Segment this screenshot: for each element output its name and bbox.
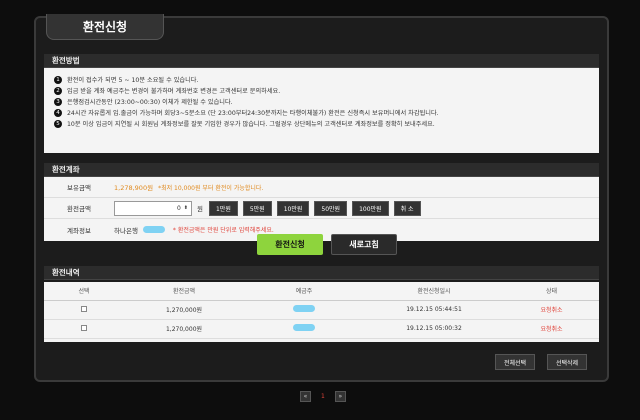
col-status: 상태 bbox=[504, 282, 599, 301]
balance-value: 1,278,900원 bbox=[114, 184, 154, 192]
col-amount: 환전금액 bbox=[124, 282, 244, 301]
next-page-button[interactable]: » bbox=[334, 391, 346, 402]
method-text: 은행점검시간동안 (23:00~00:30) 이체가 제한될 수 있습니다. bbox=[67, 99, 233, 106]
method-text: 24시간 자유롭게 입.출금이 가능하며 회당3~5분소요 (단 23:00부터… bbox=[67, 110, 439, 117]
pagination: « 1 » bbox=[300, 391, 346, 402]
method-text: 환전이 접수가 되면 5 ~ 10분 소요될 수 있습니다. bbox=[67, 77, 199, 84]
row-status-cell: 요청취소 bbox=[504, 319, 599, 339]
redacted-holder bbox=[293, 324, 315, 331]
apply-button[interactable]: 환전신청 bbox=[257, 234, 323, 255]
row-checkbox[interactable] bbox=[81, 305, 87, 312]
quick-10k-button[interactable]: 1만원 bbox=[208, 200, 238, 216]
row-status[interactable]: 요청취소 bbox=[540, 307, 562, 314]
delete-selected-button[interactable]: 선택삭제 bbox=[547, 354, 588, 370]
row-holder bbox=[244, 300, 364, 320]
row-checkbox-cell bbox=[44, 319, 124, 339]
amount-input[interactable]: 0 ⬍ bbox=[114, 200, 192, 216]
table-row: 1,270,000원 19.12.15 05:00:32 요청취소 bbox=[44, 319, 599, 339]
row-checkbox[interactable] bbox=[81, 324, 87, 331]
row-datetime: 19.12.15 05:00:32 bbox=[364, 319, 504, 339]
quick-500k-button[interactable]: 50만원 bbox=[314, 200, 348, 216]
method-item: 3 은행점검시간동안 (23:00~00:30) 이체가 제한될 수 있습니다. bbox=[54, 96, 589, 107]
quick-50k-button[interactable]: 5만원 bbox=[242, 200, 272, 216]
balance-label: 보유금액 bbox=[67, 184, 91, 192]
account-box: 보유금액 1,278,900원 *최저 10,000원 부터 환전이 가능합니다… bbox=[44, 177, 599, 241]
redacted-holder bbox=[293, 305, 315, 312]
table-header-row: 선택 환전금액 예금주 환전신청일시 상태 bbox=[44, 282, 599, 301]
method-item: 1 환전이 접수가 되면 5 ~ 10분 소요될 수 있습니다. bbox=[54, 74, 589, 85]
col-select: 선택 bbox=[44, 282, 124, 301]
balance-row: 보유금액 1,278,900원 *최저 10,000원 부터 환전이 가능합니다… bbox=[44, 177, 599, 198]
history-table: 선택 환전금액 예금주 환전신청일시 상태 1,270,000원 19.12.1… bbox=[44, 282, 599, 339]
page-title: 환전신청 bbox=[46, 14, 164, 40]
refresh-button[interactable]: 새로고침 bbox=[331, 234, 397, 255]
row-holder bbox=[244, 319, 364, 339]
col-holder: 예금주 bbox=[244, 282, 364, 301]
amount-unit: 원 bbox=[197, 205, 203, 213]
exchange-panel: 환전신청 환전방법 1 환전이 접수가 되면 5 ~ 10분 소요될 수 있습니다… bbox=[34, 14, 609, 382]
account-header: 환전계좌 bbox=[44, 163, 599, 177]
amount-input-value: 0 bbox=[176, 204, 181, 212]
select-all-button[interactable]: 전체선택 bbox=[495, 354, 536, 370]
account-info-label: 계좌정보 bbox=[67, 226, 91, 235]
method-text: 10분 이상 입금이 지연될 시 회원님 계좌정보를 잘못 기입한 경우가 많습… bbox=[67, 121, 435, 128]
quick-1m-button[interactable]: 100만원 bbox=[352, 200, 389, 216]
row-status-cell: 요청취소 bbox=[504, 300, 599, 320]
row-amount: 1,270,000원 bbox=[124, 300, 244, 320]
history-box: 선택 환전금액 예금주 환전신청일시 상태 1,270,000원 19.12.1… bbox=[44, 282, 599, 342]
unit-note: * 환전금액은 만원 단위로 입력해주세요. bbox=[172, 227, 274, 234]
method-box: 1 환전이 접수가 되면 5 ~ 10분 소요될 수 있습니다. 2 입금 받을 계… bbox=[44, 68, 599, 153]
quick-100k-button[interactable]: 10만원 bbox=[276, 200, 310, 216]
prev-page-button[interactable]: « bbox=[300, 391, 311, 402]
bank-name: 하나은행 bbox=[114, 226, 138, 235]
row-datetime: 19.12.15 05:44:51 bbox=[364, 300, 504, 320]
method-item: 4 24시간 자유롭게 입.출금이 가능하며 회당3~5분소요 (단 23:00부… bbox=[54, 107, 589, 118]
method-item: 2 입금 받을 계좌 예금주는 변경이 불가하며 계좌번호 변경은 고객센터로 문… bbox=[54, 85, 589, 96]
row-amount: 1,270,000원 bbox=[124, 319, 244, 339]
min-amount-note: *최저 10,000원 부터 환전이 가능합니다. bbox=[158, 184, 264, 192]
row-checkbox-cell bbox=[44, 300, 124, 320]
current-page[interactable]: 1 bbox=[321, 393, 325, 400]
row-status[interactable]: 요청취소 bbox=[540, 326, 562, 333]
amount-row: 환전금액 0 ⬍ 원 1만원 5만원 10만원 50만원 100만원 취 소 bbox=[44, 198, 599, 219]
redacted-account bbox=[142, 226, 165, 233]
amount-label: 환전금액 bbox=[67, 205, 91, 213]
col-datetime: 환전신청일시 bbox=[364, 282, 504, 301]
method-text: 입금 받을 계좌 예금주는 변경이 불가하며 계좌번호 변경은 고객센터로 문의… bbox=[67, 88, 281, 95]
history-header: 환전내역 bbox=[44, 266, 599, 280]
method-header: 환전방법 bbox=[44, 54, 599, 68]
quick-cancel-button[interactable]: 취 소 bbox=[393, 200, 421, 216]
spinner-icon[interactable]: ⬍ bbox=[184, 205, 188, 211]
table-row: 1,270,000원 19.12.15 05:44:51 요청취소 bbox=[44, 300, 599, 320]
method-item: 5 10분 이상 입금이 지연될 시 회원님 계좌정보를 잘못 기입한 경우가 많… bbox=[54, 118, 589, 129]
